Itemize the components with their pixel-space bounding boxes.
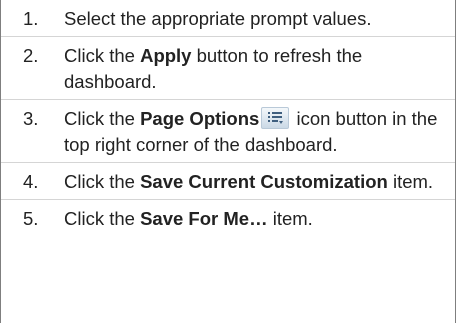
step-number: 5. <box>23 208 39 229</box>
step-number: 4. <box>23 171 39 192</box>
instruction-step: 4. Click the Save Current Customization i… <box>1 163 455 200</box>
step-text-fragment: Click the <box>64 208 141 229</box>
step-text: Click the Page Options icon button in th… <box>64 106 443 158</box>
ui-term: Page Options <box>140 108 260 129</box>
step-text: Select the appropriate prompt values. <box>64 6 443 32</box>
step-text-fragment: Click the <box>64 171 141 192</box>
step-text: Click the Save For Me… item. <box>64 206 443 232</box>
instruction-step: 5. Click the Save For Me… item. <box>1 200 455 236</box>
step-text-fragment: Click the <box>64 45 141 66</box>
instruction-step: 1. Select the appropriate prompt values. <box>1 0 455 37</box>
instruction-step: 3. Click the Page Options icon button in … <box>1 100 455 163</box>
step-number: 1. <box>23 8 39 29</box>
step-text-fragment: item. <box>267 208 313 229</box>
page-options-icon <box>261 107 290 129</box>
step-number: 2. <box>23 45 39 66</box>
instruction-steps-list: 1. Select the appropriate prompt values. 2… <box>1 0 455 236</box>
step-text-fragment: Click the <box>64 108 141 129</box>
instruction-panel: 1. Select the appropriate prompt values. 2… <box>0 0 456 323</box>
instruction-step: 2. Click the Apply button to refresh the … <box>1 37 455 100</box>
ui-term: Save Current Customization <box>140 171 388 192</box>
ui-term: Apply <box>140 45 192 66</box>
ui-term: Save For Me… <box>140 208 268 229</box>
step-text-fragment: item. <box>387 171 434 192</box>
step-text: Click the Save Current Customization ite… <box>64 169 443 195</box>
step-text: Click the Apply button to refresh the da… <box>64 43 443 95</box>
step-number: 3. <box>23 108 39 129</box>
step-text-fragment: Select the appropriate prompt values. <box>64 8 372 29</box>
